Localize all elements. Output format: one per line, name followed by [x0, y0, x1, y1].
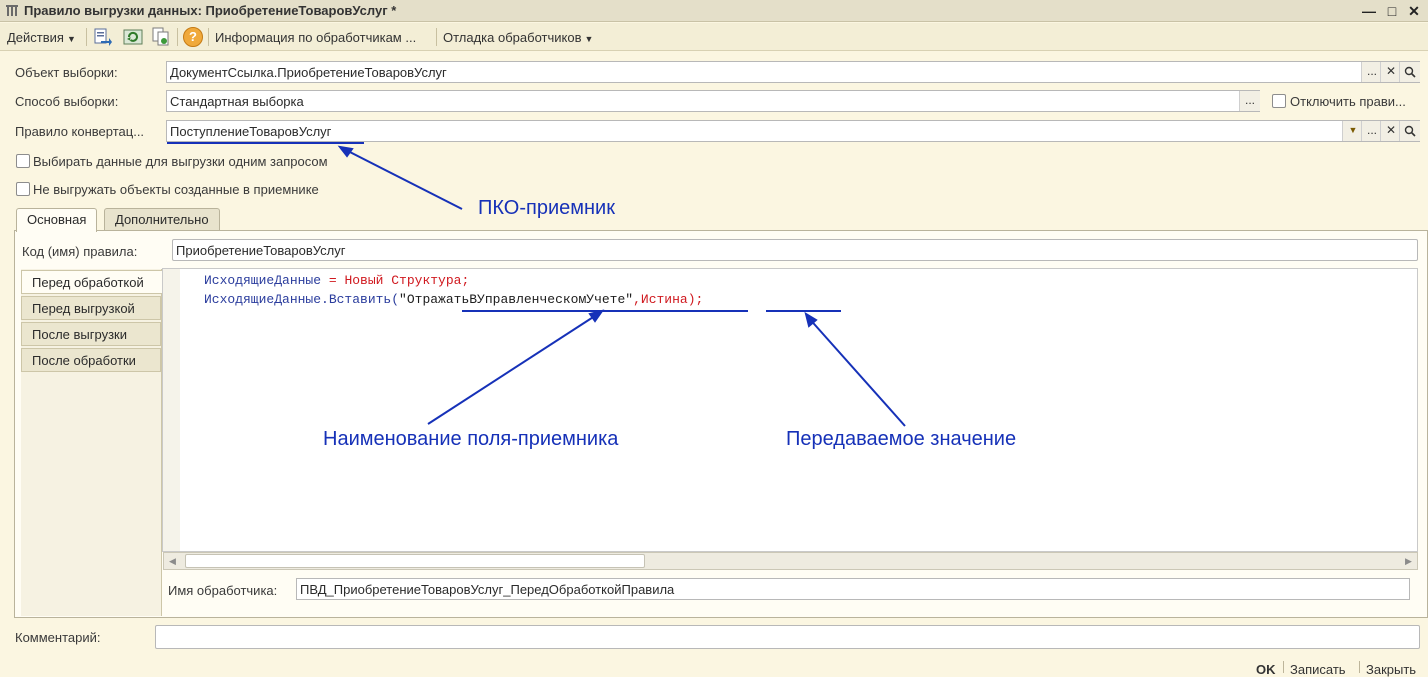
code-call: ИсходящиеДанные.Вставить(	[204, 292, 400, 307]
app-icon	[6, 5, 18, 16]
code-string-literal: "ОтражатьВУправленческомУчете"	[399, 292, 634, 307]
comment-field[interactable]	[155, 625, 1420, 649]
code-line-end: );	[687, 292, 704, 307]
code-line-2: ИсходящиеДанные.Вставить("ОтражатьВУправ…	[204, 292, 703, 307]
actions-menu[interactable]: Действия ▼	[7, 30, 76, 45]
scroll-left-icon[interactable]: ◀	[164, 553, 181, 569]
clear-icon[interactable]: ✕	[1380, 121, 1401, 141]
method-value: Стандартная выборка	[170, 94, 304, 109]
debug-label: Отладка обработчиков	[443, 30, 582, 45]
handler-after-processing[interactable]: После обработки	[21, 348, 161, 372]
code-value-literal: Истина	[640, 292, 688, 307]
save-button[interactable]: Записать	[1290, 662, 1346, 677]
toolbar-separator	[208, 28, 209, 46]
object-value: ДокументСсылка.ПриобретениеТоваровУслуг	[170, 65, 447, 80]
footer-separator	[1283, 661, 1284, 673]
comment-label: Комментарий:	[15, 630, 101, 645]
code-new-keyword: Новый Структура;	[344, 273, 470, 288]
toolbar: Действия ▼ ? Информация по обработчикам .…	[0, 23, 1428, 51]
handlers-info-button[interactable]: Информация по обработчикам ...	[215, 30, 416, 45]
conversion-rule-label: Правило конвертац...	[15, 124, 145, 139]
search-icon[interactable]	[1399, 121, 1420, 141]
select-button[interactable]: ...	[1361, 62, 1382, 82]
refresh-icon[interactable]	[123, 27, 143, 47]
rule-code-field[interactable]: ПриобретениеТоваровУслуг	[172, 239, 1418, 261]
disable-rule-label: Отключить прави...	[1290, 94, 1406, 109]
not-export-created-label: Не выгружать объекты созданные в приемни…	[33, 182, 319, 197]
dropdown-icon[interactable]: ▼	[1342, 121, 1363, 141]
search-icon[interactable]	[1399, 62, 1420, 82]
code-editor[interactable]	[162, 268, 1418, 552]
window-title: Правило выгрузки данных: ПриобретениеТов…	[24, 3, 397, 18]
close-button[interactable]: Закрыть	[1366, 662, 1416, 677]
single-query-label: Выбирать данные для выгрузки одним запро…	[33, 154, 328, 169]
handler-name-label: Имя обработчика:	[168, 583, 278, 598]
editor-gutter	[163, 269, 180, 551]
disable-rule-checkbox[interactable]	[1272, 94, 1286, 108]
actions-label: Действия	[7, 30, 64, 45]
ok-button[interactable]: OK	[1256, 662, 1276, 677]
chevron-down-icon: ▼	[66, 34, 76, 44]
handler-name-value: ПВД_ПриобретениеТоваровУслуг_ПередОбрабо…	[300, 582, 675, 597]
toolbar-separator	[177, 28, 178, 46]
conversion-rule-value: ПоступлениеТоваровУслуг	[170, 124, 332, 139]
debug-handlers-menu[interactable]: Отладка обработчиков ▼	[443, 30, 593, 45]
annotation-passed-value: Передаваемое значение	[786, 428, 1017, 450]
minimize-button[interactable]: —	[1360, 2, 1378, 20]
tab-main[interactable]: Основная	[16, 208, 98, 232]
object-field[interactable]: ДокументСсылка.ПриобретениеТоваровУслуг …	[166, 61, 1420, 83]
toolbar-separator	[436, 28, 437, 46]
select-button[interactable]: ...	[1239, 91, 1260, 111]
scrollbar-thumb[interactable]	[185, 554, 645, 568]
code-comma: ,	[633, 292, 641, 307]
annotation-field-name: Наименование поля-приемника	[323, 428, 619, 450]
select-button[interactable]: ...	[1361, 121, 1382, 141]
toolbar-separator	[86, 28, 87, 46]
footer-separator	[1359, 661, 1360, 673]
help-icon[interactable]: ?	[183, 27, 203, 47]
copy-icon[interactable]	[151, 27, 171, 47]
clear-icon[interactable]: ✕	[1380, 62, 1401, 82]
save-and-close-icon[interactable]	[92, 27, 112, 47]
maximize-button[interactable]: □	[1383, 2, 1401, 20]
method-field[interactable]: Стандартная выборка ...	[166, 90, 1260, 112]
method-label: Способ выборки:	[15, 94, 119, 109]
not-export-created-checkbox[interactable]	[16, 182, 30, 196]
handler-before-processing[interactable]: Перед обработкой	[21, 270, 162, 294]
conversion-rule-field[interactable]: ПоступлениеТоваровУслуг ▼ ... ✕	[166, 120, 1420, 142]
object-label: Объект выборки:	[15, 65, 118, 80]
scroll-right-icon[interactable]: ▶	[1400, 553, 1417, 569]
code-line-1: ИсходящиеДанные = Новый Структура;	[204, 273, 469, 288]
horizontal-scrollbar[interactable]: ◀ ▶	[163, 552, 1418, 570]
code-operator: =	[321, 273, 345, 288]
close-window-button[interactable]: ✕	[1405, 2, 1423, 20]
code-variable: ИсходящиеДанные	[204, 273, 322, 288]
chevron-down-icon: ▼	[584, 34, 594, 44]
rule-code-value: ПриобретениеТоваровУслуг	[176, 243, 346, 258]
annotation-pko-receiver: ПКО-приемник	[478, 197, 615, 219]
handler-before-export[interactable]: Перед выгрузкой	[21, 296, 161, 320]
rule-code-label: Код (имя) правила:	[22, 244, 138, 259]
title-bar: Правило выгрузки данных: ПриобретениеТов…	[0, 0, 1428, 22]
single-query-checkbox[interactable]	[16, 154, 30, 168]
handler-after-export[interactable]: После выгрузки	[21, 322, 161, 346]
tab-additional[interactable]: Дополнительно	[104, 208, 220, 230]
handler-name-field[interactable]: ПВД_ПриобретениеТоваровУслуг_ПередОбрабо…	[296, 578, 1410, 600]
